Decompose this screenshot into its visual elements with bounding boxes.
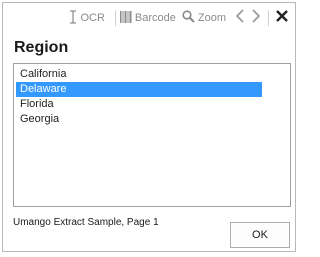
ocr-button[interactable]: OCR <box>69 9 105 27</box>
document-source-label: Umango Extract Sample, Page 1 <box>13 217 159 228</box>
ok-label: OK <box>252 229 268 241</box>
ocr-label: OCR <box>80 12 105 24</box>
magnifier-icon <box>182 10 195 26</box>
text-cursor-icon <box>69 9 77 27</box>
toolbar-divider <box>114 10 116 26</box>
list-item-florida[interactable]: Florida <box>16 97 262 112</box>
close-icon <box>276 9 288 27</box>
chevron-right-icon[interactable] <box>252 9 261 27</box>
barcode-icon <box>119 10 132 26</box>
toolbar: OCR Barcode Zoom <box>3 3 295 33</box>
dialog-title: Region <box>14 39 69 56</box>
barcode-label: Barcode <box>134 12 176 24</box>
list-item-georgia[interactable]: Georgia <box>16 112 262 127</box>
ok-button[interactable]: OK <box>230 222 290 248</box>
list-item-delaware[interactable]: Delaware <box>16 82 262 97</box>
list-item-california[interactable]: California <box>16 67 262 82</box>
region-dialog: OCR Barcode Zoom Region California Delaw… <box>2 2 296 252</box>
region-listbox[interactable]: California Delaware Florida Georgia <box>13 63 291 207</box>
barcode-button[interactable]: Barcode <box>119 10 176 26</box>
chevron-left-icon[interactable] <box>235 9 244 27</box>
zoom-button[interactable]: Zoom <box>182 10 226 26</box>
zoom-label: Zoom <box>197 12 226 24</box>
close-button[interactable] <box>273 9 291 27</box>
toolbar-divider <box>268 10 269 26</box>
